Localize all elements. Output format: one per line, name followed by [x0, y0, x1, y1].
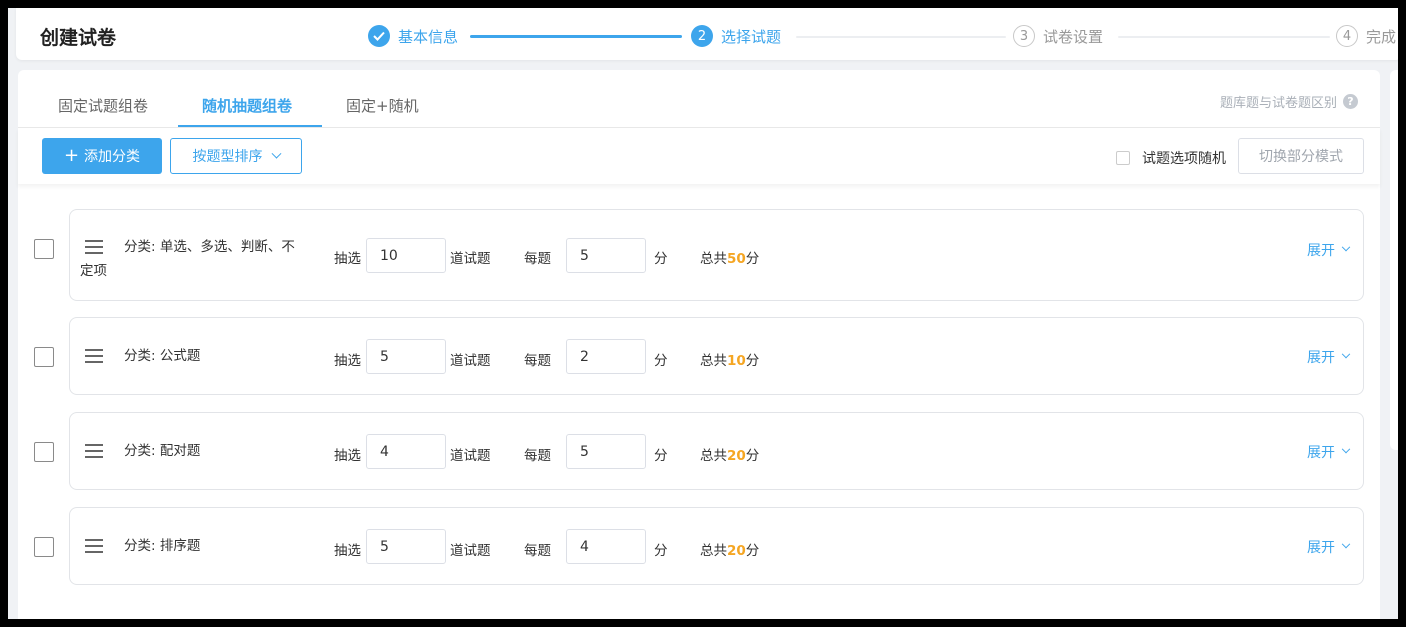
category-label: 分类: 排序题 [124, 538, 201, 554]
drag-handle-icon[interactable] [85, 349, 103, 363]
step-number: 3 [1013, 25, 1035, 47]
row-checkbox[interactable] [34, 347, 54, 367]
step-number: 4 [1336, 25, 1358, 47]
category-row: 分类: 单选、多选、判断、不 定项 抽选 10 道试题 每题 5 分 总共50分… [69, 209, 1364, 301]
category-label-wrap: 定项 [80, 263, 107, 279]
step-connector [796, 36, 1006, 38]
chevron-down-icon [1341, 539, 1351, 549]
each-label: 每题 [524, 353, 551, 369]
total-score: 总共10分 [700, 353, 760, 369]
step-exam-settings[interactable]: 3 试卷设置 [1013, 24, 1103, 48]
expand-button[interactable]: 展开 [1307, 537, 1351, 557]
category-label: 分类: 配对题 [124, 443, 201, 459]
each-label: 每题 [524, 448, 551, 464]
page-header: 创建试卷 基本信息 2 选择试题 3 试卷设置 4 完成 [16, 8, 1398, 60]
question-count-input[interactable]: 5 [366, 529, 446, 564]
help-link-text: 题库题与试卷题区别 [1219, 96, 1337, 111]
expand-button[interactable]: 展开 [1307, 347, 1351, 367]
row-checkbox[interactable] [34, 537, 54, 557]
chevron-down-icon [271, 148, 281, 159]
score-unit-label: 分 [654, 353, 668, 369]
questions-label: 道试题 [450, 543, 491, 559]
chevron-down-icon [1341, 349, 1351, 359]
row-checkbox[interactable] [34, 239, 54, 259]
step-label: 完成 [1366, 27, 1397, 46]
app-viewport: 创建试卷 基本信息 2 选择试题 3 试卷设置 4 完成 固定试题组卷 随机抽题… [8, 8, 1398, 619]
each-label: 每题 [524, 251, 551, 267]
step-connector [1118, 36, 1330, 38]
score-unit-label: 分 [654, 448, 668, 464]
pick-label: 抽选 [334, 353, 361, 369]
step-label: 选择试题 [721, 27, 782, 46]
active-tab-indicator [178, 125, 322, 127]
add-category-button[interactable]: + 添加分类 [42, 138, 162, 174]
step-label: 基本信息 [398, 27, 459, 46]
questions-label: 道试题 [450, 251, 491, 267]
main-card: 固定试题组卷 随机抽题组卷 固定+随机 题库题与试卷题区别 ? + 添加分类 按… [18, 70, 1380, 619]
score-input[interactable]: 5 [566, 238, 646, 273]
switch-mode-button[interactable]: 切换部分模式 [1238, 138, 1364, 174]
sort-by-type-dropdown[interactable]: 按题型排序 [170, 138, 302, 174]
side-panel-edge [1390, 70, 1398, 450]
switch-mode-label: 切换部分模式 [1259, 149, 1343, 165]
question-count-input[interactable]: 5 [366, 339, 446, 374]
expand-button[interactable]: 展开 [1307, 442, 1351, 462]
stepper: 基本信息 2 选择试题 3 试卷设置 4 完成 [356, 24, 1396, 50]
drag-handle-icon[interactable] [85, 240, 103, 254]
plus-icon: + [63, 145, 80, 166]
category-row: 分类: 配对题 抽选 4 道试题 每题 5 分 总共20分 展开 [69, 412, 1364, 490]
random-options-checkbox[interactable] [1116, 151, 1130, 165]
questions-label: 道试题 [450, 448, 491, 464]
total-score: 总共20分 [700, 448, 760, 464]
question-count-input[interactable]: 10 [366, 238, 446, 273]
score-input[interactable]: 2 [566, 339, 646, 374]
random-options-toggle[interactable]: 试题选项随机 [1116, 148, 1226, 168]
add-category-label: 添加分类 [84, 149, 141, 165]
pick-label: 抽选 [334, 251, 361, 267]
drag-handle-icon[interactable] [85, 539, 103, 553]
category-row: 分类: 排序题 抽选 5 道试题 每题 4 分 总共20分 展开 [69, 507, 1364, 585]
chevron-down-icon [1341, 444, 1351, 454]
category-label: 分类: 公式题 [124, 348, 201, 364]
help-link[interactable]: 题库题与试卷题区别 ? [1220, 92, 1358, 111]
question-count-input[interactable]: 4 [366, 434, 446, 469]
step-basic-info[interactable]: 基本信息 [368, 24, 458, 48]
step-finish[interactable]: 4 完成 [1336, 24, 1396, 48]
chevron-down-icon [1341, 242, 1351, 252]
check-icon [368, 25, 390, 47]
toolbar: + 添加分类 按题型排序 试题选项随机 切换部分模式 [18, 128, 1380, 184]
question-icon: ? [1343, 94, 1358, 109]
pick-label: 抽选 [334, 448, 361, 464]
total-score: 总共50分 [700, 251, 760, 267]
tab-bar: 固定试题组卷 随机抽题组卷 固定+随机 题库题与试卷题区别 ? [18, 70, 1380, 128]
step-label: 试卷设置 [1043, 27, 1104, 46]
tab-random[interactable]: 随机抽题组卷 [202, 95, 292, 116]
expand-button[interactable]: 展开 [1307, 240, 1351, 260]
sort-label: 按题型排序 [192, 149, 263, 165]
score-unit-label: 分 [654, 251, 668, 267]
total-score: 总共20分 [700, 543, 760, 559]
score-unit-label: 分 [654, 543, 668, 559]
tab-fixed[interactable]: 固定试题组卷 [58, 95, 148, 116]
questions-label: 道试题 [450, 353, 491, 369]
tab-fixed-random[interactable]: 固定+随机 [346, 95, 419, 116]
category-label: 分类: 单选、多选、判断、不 [124, 239, 295, 255]
random-options-label: 试题选项随机 [1142, 151, 1226, 167]
score-input[interactable]: 4 [566, 529, 646, 564]
pick-label: 抽选 [334, 543, 361, 559]
each-label: 每题 [524, 543, 551, 559]
row-checkbox[interactable] [34, 442, 54, 462]
page-title: 创建试卷 [40, 27, 117, 49]
category-row: 分类: 公式题 抽选 5 道试题 每题 2 分 总共10分 展开 [69, 317, 1364, 395]
step-connector [470, 35, 682, 38]
drag-handle-icon[interactable] [85, 444, 103, 458]
score-input[interactable]: 5 [566, 434, 646, 469]
step-number: 2 [691, 25, 713, 47]
step-select-questions[interactable]: 2 选择试题 [691, 24, 781, 48]
